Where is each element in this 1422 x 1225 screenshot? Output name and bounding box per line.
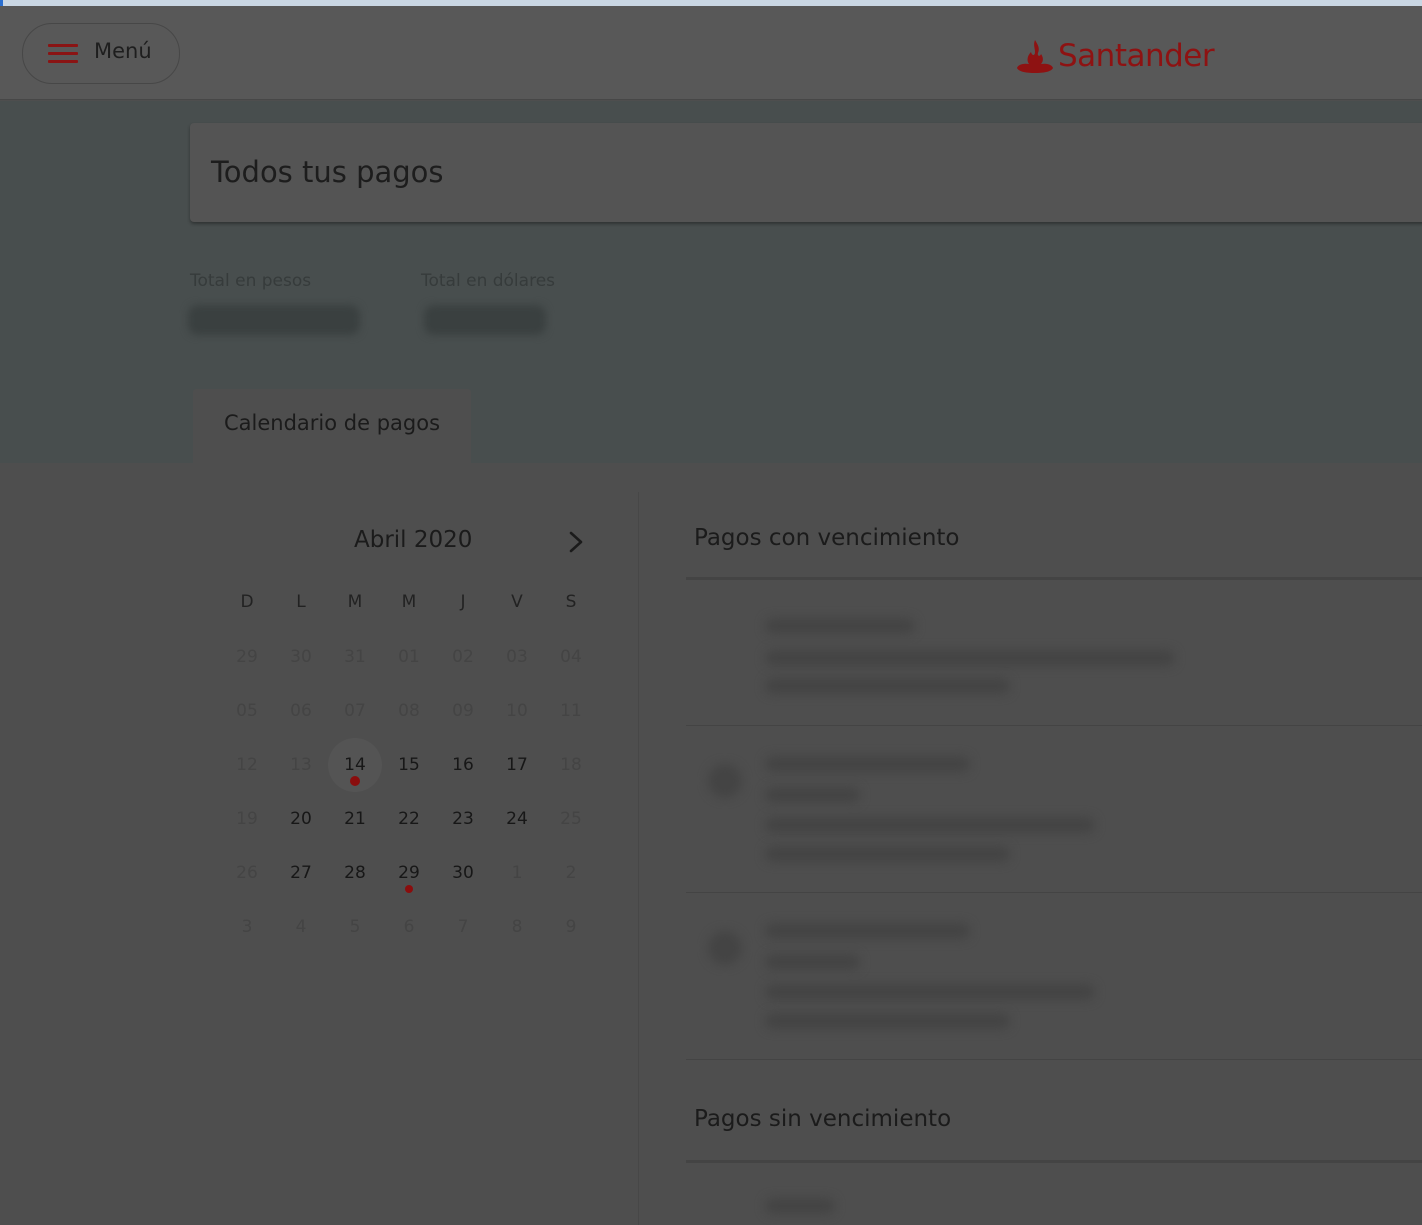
payment-indicator-dot bbox=[405, 885, 413, 893]
calendar-day-disabled: 09 bbox=[452, 701, 474, 721]
tab-calendario-de-pagos[interactable]: Calendario de pagos bbox=[193, 389, 471, 463]
weekday-header: L bbox=[296, 592, 306, 612]
redacted-text bbox=[765, 846, 1010, 862]
calendar-day-disabled: 05 bbox=[236, 701, 258, 721]
chevron-right-icon bbox=[569, 531, 583, 553]
calendar-day[interactable]: 21 bbox=[328, 792, 382, 846]
total-dolares-value-redacted bbox=[424, 305, 546, 335]
calendar-day-disabled: 10 bbox=[506, 701, 528, 721]
calendar-next-month-button[interactable] bbox=[565, 529, 587, 555]
item-divider bbox=[686, 892, 1422, 893]
calendar-day-disabled: 31 bbox=[344, 647, 366, 667]
calendar-day-disabled: 4 bbox=[295, 917, 307, 937]
section-title-pagos-sin-vencimiento: Pagos sin vencimiento bbox=[694, 1106, 952, 1132]
redacted-text bbox=[765, 756, 970, 772]
page-title-card: Todos tus pagos bbox=[190, 123, 1422, 222]
total-dolares-label: Total en dólares bbox=[421, 271, 556, 291]
calendar-day-number: 14 bbox=[344, 755, 366, 775]
menu-button[interactable]: Menú bbox=[22, 23, 180, 84]
calendar-day-disabled: 04 bbox=[560, 647, 582, 667]
redacted-text bbox=[765, 678, 1010, 694]
calendar-day[interactable]: 20 bbox=[274, 792, 328, 846]
calendar-day-disabled: 2 bbox=[565, 863, 577, 883]
calendar-day-disabled: 29 bbox=[236, 647, 258, 667]
section-title-pagos-con-vencimiento: Pagos con vencimiento bbox=[694, 525, 960, 551]
total-pesos-label: Total en pesos bbox=[190, 271, 312, 291]
calendar-month-title: Abril 2020 bbox=[354, 527, 473, 553]
calendar-day-disabled: 18 bbox=[560, 755, 582, 775]
item-divider bbox=[686, 1059, 1422, 1060]
calendar-day-disabled: 12 bbox=[236, 755, 258, 775]
menu-button-label: Menú bbox=[94, 39, 152, 63]
calendar-day-disabled: 3 bbox=[241, 917, 253, 937]
page-title: Todos tus pagos bbox=[211, 155, 444, 189]
calendar-day-disabled: 30 bbox=[290, 647, 312, 667]
weekday-header: M bbox=[401, 592, 417, 612]
calendar-day-disabled: 01 bbox=[398, 647, 420, 667]
calendar-day-selected[interactable]: 14 bbox=[328, 738, 382, 792]
redacted-text bbox=[765, 817, 1095, 833]
calendar-day[interactable]: 15 bbox=[382, 738, 436, 792]
calendar-day-disabled: 06 bbox=[290, 701, 312, 721]
calendar-day[interactable]: 28 bbox=[328, 846, 382, 900]
flame-icon bbox=[1017, 40, 1053, 73]
redacted-text bbox=[765, 923, 970, 939]
calendar-day-disabled: 02 bbox=[452, 647, 474, 667]
redacted-text bbox=[765, 618, 915, 634]
section-divider bbox=[686, 1160, 1422, 1163]
service-icon bbox=[708, 764, 742, 798]
calendar-day-disabled: 19 bbox=[236, 809, 258, 829]
calendar-day-with-payment[interactable]: 29 bbox=[382, 846, 436, 900]
hamburger-icon bbox=[48, 44, 78, 64]
calendar-day-disabled: 8 bbox=[511, 917, 523, 937]
weekday-header: D bbox=[240, 592, 254, 612]
payment-indicator-dot bbox=[350, 776, 360, 786]
redacted-text bbox=[765, 787, 860, 803]
calendar-day-disabled: 25 bbox=[560, 809, 582, 829]
calendar-day-disabled: 9 bbox=[565, 917, 577, 937]
calendar-day[interactable]: 23 bbox=[436, 792, 490, 846]
redacted-text bbox=[765, 650, 1175, 666]
total-pesos-value-redacted bbox=[188, 305, 360, 335]
calendar-day[interactable]: 30 bbox=[436, 846, 490, 900]
calendar-day[interactable]: 24 bbox=[490, 792, 544, 846]
item-divider bbox=[686, 725, 1422, 726]
calendar-day-number: 29 bbox=[398, 863, 420, 883]
calendar-day[interactable]: 17 bbox=[490, 738, 544, 792]
calendar-day-disabled: 13 bbox=[290, 755, 312, 775]
weekday-header: S bbox=[565, 592, 577, 612]
redacted-text bbox=[765, 1013, 1010, 1029]
calendar-day-disabled: 7 bbox=[457, 917, 469, 937]
weekday-header: J bbox=[460, 592, 466, 612]
weekday-header: V bbox=[511, 592, 523, 612]
brand-name: Santander bbox=[1058, 38, 1215, 74]
calendar-day-disabled: 07 bbox=[344, 701, 366, 721]
santander-logo[interactable]: Santander bbox=[1016, 36, 1215, 76]
tab-label: Calendario de pagos bbox=[224, 411, 441, 435]
redacted-text bbox=[765, 954, 860, 970]
calendar-day-disabled: 5 bbox=[349, 917, 361, 937]
redacted-text bbox=[765, 984, 1095, 1000]
service-icon bbox=[708, 931, 742, 965]
column-divider bbox=[638, 492, 639, 1225]
app-header: Menú Santander bbox=[0, 6, 1422, 100]
weekday-header: M bbox=[347, 592, 363, 612]
calendar-day[interactable]: 27 bbox=[274, 846, 328, 900]
calendar-day-disabled: 6 bbox=[403, 917, 415, 937]
calendar-day-disabled: 08 bbox=[398, 701, 420, 721]
section-divider bbox=[686, 577, 1422, 580]
calendar-day[interactable]: 16 bbox=[436, 738, 490, 792]
calendar-day-disabled: 03 bbox=[506, 647, 528, 667]
calendar-day-disabled: 11 bbox=[560, 701, 582, 721]
calendar-day-disabled: 26 bbox=[236, 863, 258, 883]
calendar-day-disabled: 1 bbox=[511, 863, 523, 883]
calendar-day[interactable]: 22 bbox=[382, 792, 436, 846]
redacted-text bbox=[765, 1198, 835, 1214]
